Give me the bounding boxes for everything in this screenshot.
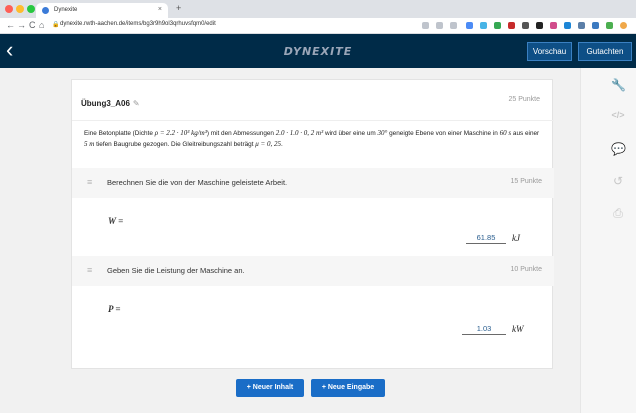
subtask-text: Geben Sie die Leistung der Maschine an. bbox=[107, 266, 245, 275]
back-nav-icon[interactable]: ← bbox=[6, 20, 15, 30]
extension-icon[interactable] bbox=[508, 22, 515, 29]
problem-statement: Eine Betonplatte (Dichte ρ = 2.2 · 10³ k… bbox=[84, 128, 544, 150]
extension-icon[interactable] bbox=[550, 22, 557, 29]
browser-toolbar: ← → C ⌂ 🔒 dynexite.rwth-aachen.de/items/… bbox=[0, 18, 636, 34]
lock-icon: 🔒 bbox=[52, 22, 60, 28]
tab-title: Dynexite bbox=[54, 7, 78, 13]
angle-value: 30° bbox=[377, 129, 388, 137]
subtask-points: 10 Punkte bbox=[510, 266, 542, 273]
bookmark-star-icon[interactable] bbox=[450, 22, 457, 29]
subtask-header[interactable]: ≡ Geben Sie die Leistung der Maschine an… bbox=[72, 256, 554, 286]
drag-handle-icon[interactable]: ≡ bbox=[87, 265, 92, 275]
item-points: 25 Punkte bbox=[508, 96, 540, 103]
item-card: Übung3_A06 ✎ 25 Punkte Eine Betonplatte (… bbox=[71, 79, 554, 369]
print-icon[interactable]: ⎙ bbox=[611, 206, 625, 220]
problem-text: . bbox=[281, 141, 283, 148]
dynexite-favicon-icon bbox=[42, 7, 49, 14]
problem-text: geneigte Ebene von einer Maschine in bbox=[387, 130, 500, 137]
item-title: Übung3_A06 ✎ bbox=[81, 99, 140, 108]
comments-icon[interactable]: 💬 bbox=[611, 142, 626, 156]
browser-tab[interactable]: Dynexite × bbox=[36, 3, 168, 18]
dimensions-formula: 2.0 · 1.0 · 0, 2 m³ bbox=[275, 129, 324, 137]
variable-label: P = bbox=[108, 304, 121, 314]
history-icon[interactable]: ↺ bbox=[611, 174, 625, 188]
reload-icon[interactable]: C bbox=[29, 20, 36, 30]
forward-nav-icon[interactable]: → bbox=[17, 20, 26, 30]
problem-text: Eine Betonplatte (Dichte bbox=[84, 130, 155, 137]
time-value: 60 s bbox=[499, 129, 512, 137]
subtask-header[interactable]: ≡ Berechnen Sie die von der Maschine gel… bbox=[72, 168, 554, 198]
extension-icon[interactable] bbox=[436, 22, 443, 29]
extension-icon[interactable] bbox=[536, 22, 543, 29]
new-input-button[interactable]: + Neue Eingabe bbox=[311, 379, 385, 397]
address-bar[interactable]: dynexite.rwth-aachen.de/items/bg3r9h9ol3… bbox=[60, 21, 216, 27]
unit-label: kJ bbox=[512, 233, 520, 243]
code-icon[interactable]: </> bbox=[611, 110, 625, 124]
subtask-points: 15 Punkte bbox=[510, 178, 542, 185]
variable-label: W = bbox=[108, 216, 124, 226]
close-window-dot[interactable] bbox=[5, 5, 13, 13]
home-icon[interactable]: ⌂ bbox=[39, 20, 44, 30]
problem-text: wird über eine um bbox=[323, 130, 378, 137]
drag-handle-icon[interactable]: ≡ bbox=[87, 177, 92, 187]
extension-icon[interactable] bbox=[466, 22, 473, 29]
extension-icon[interactable] bbox=[606, 22, 613, 29]
answer-field[interactable]: 1.03 bbox=[462, 324, 506, 335]
subtask-text: Berechnen Sie die von der Maschine gelei… bbox=[107, 178, 288, 187]
divider bbox=[72, 120, 554, 121]
preview-button[interactable]: Vorschau bbox=[527, 42, 572, 61]
extension-icon[interactable] bbox=[564, 22, 571, 29]
problem-text: ) mit den Abmessungen bbox=[206, 130, 276, 137]
review-button[interactable]: Gutachten bbox=[578, 42, 632, 61]
tab-close-icon[interactable]: × bbox=[158, 6, 162, 13]
extension-icon[interactable] bbox=[422, 22, 429, 29]
extension-icon[interactable] bbox=[522, 22, 529, 29]
wrench-icon[interactable]: 🔧 bbox=[611, 78, 626, 92]
depth-value: 5 m bbox=[84, 140, 95, 148]
new-tab-button[interactable]: + bbox=[176, 3, 181, 13]
profile-icon[interactable] bbox=[620, 22, 627, 29]
extension-icon[interactable] bbox=[592, 22, 599, 29]
right-tool-rail: 🔧 </> 💬 ↺ ⎙ bbox=[580, 68, 636, 413]
extension-icon[interactable] bbox=[480, 22, 487, 29]
browser-tab-strip: Dynexite × + bbox=[0, 0, 636, 18]
unit-label: kW bbox=[512, 324, 524, 334]
answer-field[interactable]: 61.85 bbox=[466, 233, 506, 244]
problem-text: aus einer bbox=[511, 130, 540, 137]
extension-icon[interactable] bbox=[578, 22, 585, 29]
item-title-text: Übung3_A06 bbox=[81, 99, 130, 108]
new-content-button[interactable]: + Neuer Inhalt bbox=[236, 379, 304, 397]
problem-text: tiefen Baugrube gezogen. Die Gleitreibun… bbox=[94, 141, 256, 148]
friction-formula: μ = 0, 25 bbox=[255, 140, 281, 148]
extension-icon[interactable] bbox=[494, 22, 501, 29]
maximize-window-dot[interactable] bbox=[27, 5, 35, 13]
minimize-window-dot[interactable] bbox=[16, 5, 24, 13]
pencil-icon[interactable]: ✎ bbox=[133, 99, 140, 108]
app-header: ‹ DYNEXITE Vorschau Gutachten bbox=[0, 34, 636, 68]
density-formula: ρ = 2.2 · 10³ kg/m³ bbox=[154, 129, 207, 137]
